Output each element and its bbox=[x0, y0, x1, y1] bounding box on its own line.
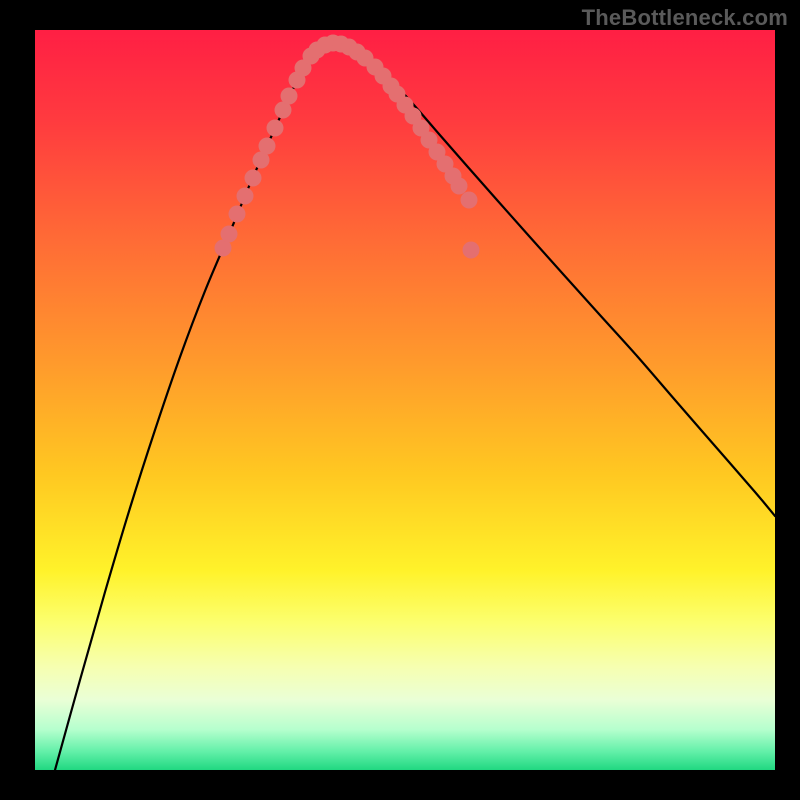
data-dot bbox=[281, 88, 298, 105]
plot-area bbox=[35, 30, 775, 770]
curve-layer bbox=[35, 30, 775, 770]
data-dot bbox=[221, 226, 238, 243]
data-dot bbox=[229, 206, 246, 223]
data-dot bbox=[267, 120, 284, 137]
highlighted-dots bbox=[215, 35, 480, 259]
data-dot bbox=[237, 188, 254, 205]
data-dot bbox=[463, 242, 480, 259]
bottleneck-curve bbox=[55, 42, 775, 770]
data-dot bbox=[451, 178, 468, 195]
chart-frame: TheBottleneck.com bbox=[0, 0, 800, 800]
data-dot bbox=[461, 192, 478, 209]
data-dot bbox=[245, 170, 262, 187]
watermark-text: TheBottleneck.com bbox=[582, 5, 788, 31]
data-dot bbox=[259, 138, 276, 155]
